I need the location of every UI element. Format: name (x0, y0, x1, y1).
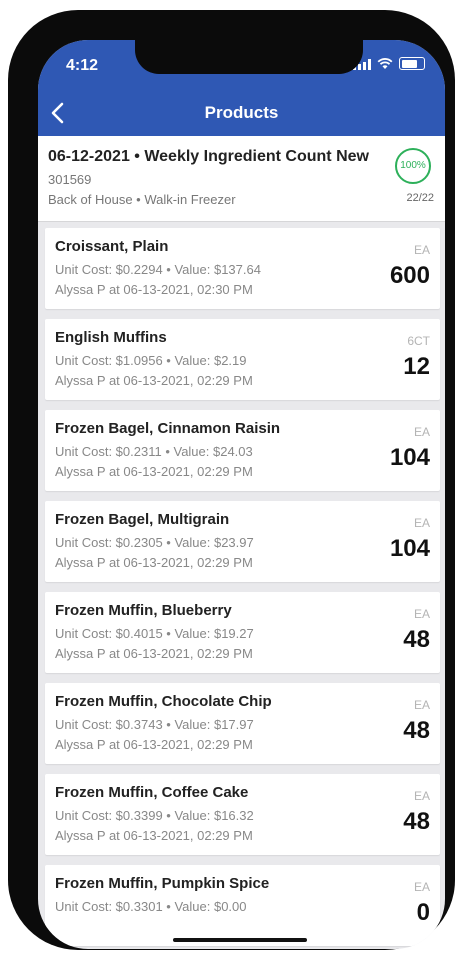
count-summary: 06-12-2021 • Weekly Ingredient Count New… (38, 136, 445, 222)
product-cost: Unit Cost: $0.3301 • Value: $0.00 (55, 899, 247, 914)
count-location: Back of House • Walk-in Freezer (48, 192, 236, 207)
product-quantity: 104 (389, 535, 430, 562)
product-unit: 6CT (407, 334, 430, 348)
product-card[interactable]: Frozen Bagel, Cinnamon Raisin Unit Cost:… (45, 410, 440, 491)
product-name: Frozen Muffin, Chocolate Chip (55, 693, 272, 710)
product-card[interactable]: Frozen Muffin, Blueberry Unit Cost: $0.4… (45, 592, 440, 673)
product-counted-by: Alyssa P at 06-13-2021, 02:29 PM (55, 373, 253, 388)
product-cost: Unit Cost: $0.2294 • Value: $137.64 (55, 262, 261, 277)
progress-count: 22/22 (406, 192, 434, 204)
product-card[interactable]: Frozen Bagel, Multigrain Unit Cost: $0.2… (45, 501, 440, 582)
product-cost: Unit Cost: $0.2311 • Value: $24.03 (55, 444, 253, 459)
product-quantity: 600 (389, 262, 430, 289)
product-quantity: 12 (403, 353, 430, 380)
product-list: Croissant, Plain Unit Cost: $0.2294 • Va… (45, 228, 440, 949)
battery-icon (399, 57, 425, 70)
product-counted-by: Alyssa P at 06-13-2021, 02:30 PM (55, 282, 253, 297)
app-header: 4:12 Products (38, 40, 445, 136)
product-name: English Muffins (55, 329, 167, 346)
product-cost: Unit Cost: $1.0956 • Value: $2.19 (55, 353, 247, 368)
product-unit: EA (413, 880, 430, 894)
product-counted-by: Alyssa P at 06-13-2021, 02:29 PM (55, 555, 253, 570)
progress-ring: 100% (395, 148, 431, 184)
home-indicator[interactable] (173, 938, 307, 942)
product-unit: EA (413, 243, 430, 257)
wifi-icon (377, 57, 393, 69)
product-cost: Unit Cost: $0.2305 • Value: $23.97 (55, 535, 254, 550)
product-counted-by: Alyssa P at 06-13-2021, 02:29 PM (55, 464, 253, 479)
count-title: 06-12-2021 • Weekly Ingredient Count New (48, 148, 369, 165)
product-unit: EA (413, 425, 430, 439)
product-unit: EA (413, 607, 430, 621)
status-indicators (353, 57, 425, 70)
screen: 4:12 Products 06-12-2021 • Weekly Ingred… (38, 40, 445, 949)
product-name: Frozen Bagel, Cinnamon Raisin (55, 420, 281, 437)
product-quantity: 0 (416, 899, 430, 926)
product-quantity: 48 (403, 808, 430, 835)
product-quantity: 48 (403, 717, 430, 744)
product-name: Frozen Muffin, Pumpkin Spice (55, 875, 270, 892)
product-card[interactable]: Frozen Muffin, Pumpkin Spice Unit Cost: … (45, 865, 440, 946)
product-name: Frozen Muffin, Blueberry (55, 602, 232, 619)
product-unit: EA (413, 516, 430, 530)
product-card[interactable]: Croissant, Plain Unit Cost: $0.2294 • Va… (45, 228, 440, 309)
device-notch (135, 40, 363, 74)
phone-frame: 4:12 Products 06-12-2021 • Weekly Ingred… (8, 10, 455, 950)
product-counted-by: Alyssa P at 06-13-2021, 02:29 PM (55, 646, 253, 661)
product-unit: EA (413, 698, 430, 712)
status-time: 4:12 (66, 57, 99, 74)
product-quantity: 48 (403, 626, 430, 653)
product-card[interactable]: Frozen Muffin, Coffee Cake Unit Cost: $0… (45, 774, 440, 855)
product-counted-by: Alyssa P at 06-13-2021, 02:29 PM (55, 737, 253, 752)
product-unit: EA (413, 789, 430, 803)
product-quantity: 104 (389, 444, 430, 471)
product-card[interactable]: English Muffins Unit Cost: $1.0956 • Val… (45, 319, 440, 400)
count-id: 301569 (48, 172, 92, 187)
product-cost: Unit Cost: $0.3743 • Value: $17.97 (55, 717, 254, 732)
product-name: Frozen Muffin, Coffee Cake (55, 784, 249, 801)
product-counted-by: Alyssa P at 06-13-2021, 02:29 PM (55, 828, 253, 843)
page-title: Products (204, 103, 279, 122)
product-cost: Unit Cost: $0.3399 • Value: $16.32 (55, 808, 254, 823)
product-cost: Unit Cost: $0.4015 • Value: $19.27 (55, 626, 254, 641)
product-card[interactable]: Frozen Muffin, Chocolate Chip Unit Cost:… (45, 683, 440, 764)
product-name: Frozen Bagel, Multigrain (55, 511, 230, 528)
product-name: Croissant, Plain (55, 238, 169, 255)
